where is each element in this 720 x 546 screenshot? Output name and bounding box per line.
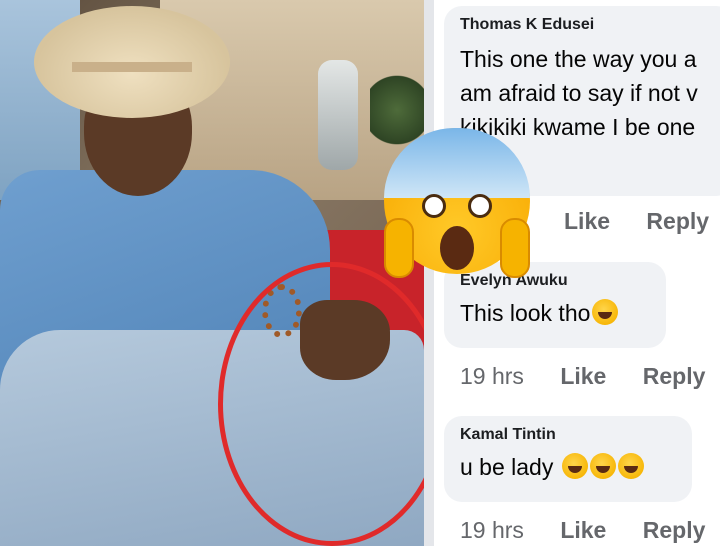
photo-hatband [72,62,192,72]
comment-author[interactable]: Kamal Tintin [460,426,676,444]
comment-text-body: This look tho [460,300,591,326]
comment-bubble: Kamal Tintin u be lady [444,416,692,502]
comment-text-body: u be lady [460,454,560,480]
comment-text: This look tho [460,296,650,330]
screaming-face-emoji [384,128,530,278]
joy-emoji [589,453,616,479]
emoji-hand-left [384,218,414,278]
reply-button[interactable]: Reply [643,517,706,543]
joy-emoji [561,453,588,479]
panel-divider [424,0,434,546]
joy-emoji [617,453,644,479]
comment-text: This one the way you a [460,46,697,72]
like-button[interactable]: Like [560,517,606,543]
comment-actions: 19 hrs Like Reply [460,517,705,544]
comment-text: u be lady [460,450,676,484]
reply-button[interactable]: Reply [646,208,709,234]
emoji-mouth [440,226,474,270]
like-button[interactable]: Like [564,208,610,234]
comment-author[interactable]: Thomas K Edusei [460,16,718,34]
comment-text: am afraid to say if not v [460,80,698,106]
emoji-eye-left [422,194,446,218]
comment-bubble: Evelyn Awuku This look tho [444,262,666,348]
emoji-hand-right [500,218,530,278]
reply-button[interactable]: Reply [643,363,706,389]
rolling-laughing-emoji [592,299,619,325]
comment-author[interactable]: Evelyn Awuku [460,272,650,290]
comment-time: 19 hrs [460,363,524,389]
red-circle-highlight [218,262,446,546]
comment-actions: 19 hrs Like Reply [460,363,705,390]
emoji-eye-right [468,194,492,218]
like-button[interactable]: Like [560,363,606,389]
photo-lamp [318,60,358,170]
comment-time: 19 hrs [460,517,524,543]
